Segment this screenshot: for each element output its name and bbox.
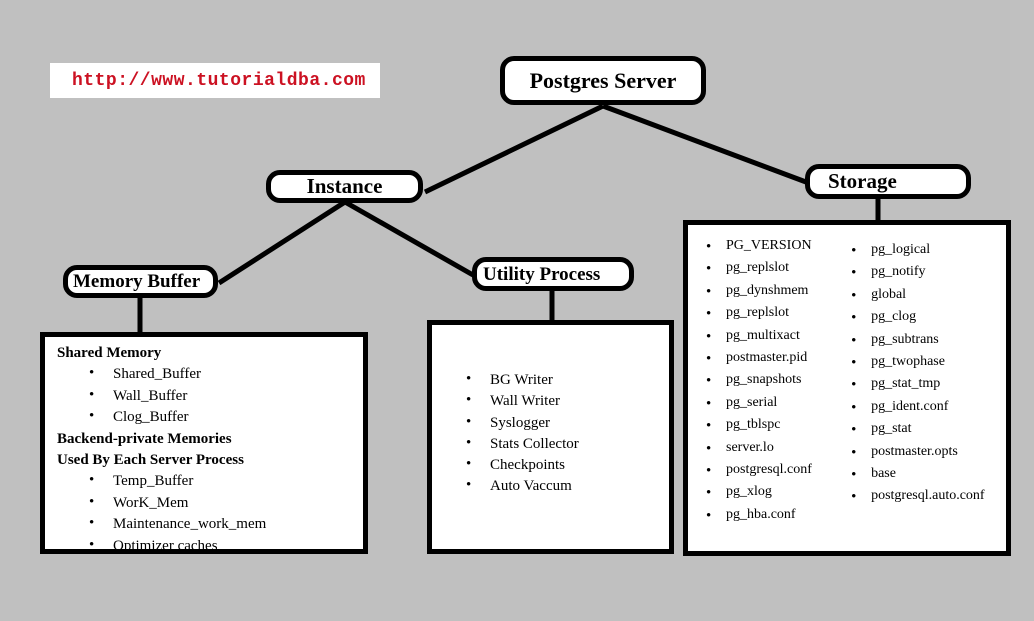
storage-left-list: PG_VERSIONpg_replslotpg_dynshmempg_repls… xyxy=(688,235,837,528)
list-item: pg_stat xyxy=(837,418,1006,442)
list-item: pg_xlog xyxy=(688,481,837,505)
diagram-canvas: http://www.tutorialdba.com Postgres Serv… xyxy=(0,0,1034,621)
memory-heading-backend: Backend-private Memories xyxy=(57,430,232,447)
storage-column-right: pg_logicalpg_notifyglobalpg_clogpg_subtr… xyxy=(837,225,1006,551)
node-postgres-server[interactable]: Postgres Server xyxy=(500,56,706,105)
line-server-to-instance xyxy=(423,103,605,195)
list-item: pg_twophase xyxy=(837,351,1006,375)
site-url-text: http://www.tutorialdba.com xyxy=(72,70,366,91)
node-utility-process-label: Utility Process xyxy=(483,263,601,285)
memory-heading-shared: Shared Memory xyxy=(57,345,162,361)
list-item: Optimizer caches xyxy=(53,534,363,557)
node-memory-buffer-label: Memory Buffer xyxy=(73,271,201,292)
list-item: PG_VERSION xyxy=(688,235,837,259)
list-item: Wall_Buffer xyxy=(53,385,363,407)
list-item: Auto Vaccum xyxy=(432,475,669,497)
line-instance-to-utility xyxy=(343,199,475,278)
list-item: pg_hba.conf xyxy=(688,504,837,528)
list-item: pg_serial xyxy=(688,392,837,416)
memory-heading-used-by: Used By Each Server Process xyxy=(57,451,244,468)
node-postgres-server-label: Postgres Server xyxy=(529,67,677,93)
node-instance-label: Instance xyxy=(306,174,383,198)
memory-backend-list: Temp_BufferWorK_MemMaintenance_work_memO… xyxy=(53,470,363,557)
list-item: pg_clog xyxy=(837,306,1006,330)
site-url-banner: http://www.tutorialdba.com xyxy=(50,63,380,98)
list-item: server.lo xyxy=(688,437,837,461)
memory-shared-list: Shared_BufferWall_BufferClog_Buffer xyxy=(53,363,363,428)
list-item: postmaster.opts xyxy=(837,441,1006,465)
list-item: pg_snapshots xyxy=(688,369,837,393)
list-item: BG Writer xyxy=(432,369,669,391)
list-item: pg_notify xyxy=(837,261,1006,285)
list-item: pg_ident.conf xyxy=(837,396,1006,420)
list-item: Clog_Buffer xyxy=(53,406,363,428)
panel-memory-buffer: Shared Memory Shared_BufferWall_BufferCl… xyxy=(40,332,368,557)
list-item: postgresql.conf xyxy=(688,459,837,483)
list-item: pg_replslot xyxy=(688,257,837,281)
panel-utility-process: BG WriterWall WriterSysloggerStats Colle… xyxy=(427,320,674,554)
list-item: Checkpoints xyxy=(432,454,669,476)
list-item: base xyxy=(837,463,1006,487)
list-item: postmaster.pid xyxy=(688,347,837,371)
utility-process-list: BG WriterWall WriterSysloggerStats Colle… xyxy=(432,369,669,498)
node-utility-process[interactable]: Utility Process xyxy=(472,257,634,291)
list-item: pg_subtrans xyxy=(837,329,1006,353)
list-item: Syslogger xyxy=(432,412,669,434)
list-item: pg_multixact xyxy=(688,325,837,349)
list-item: Stats Collector xyxy=(432,433,669,455)
panel-storage: PG_VERSIONpg_replslotpg_dynshmempg_repls… xyxy=(683,220,1011,556)
list-item: pg_tblspc xyxy=(688,414,837,438)
node-instance[interactable]: Instance xyxy=(266,170,423,203)
node-storage-label: Storage xyxy=(828,169,897,193)
list-item: Maintenance_work_mem xyxy=(53,513,363,535)
list-item: Wall Writer xyxy=(432,390,669,412)
list-item: WorK_Mem xyxy=(53,492,363,514)
list-item: pg_logical xyxy=(837,239,1006,263)
line-instance-to-memory xyxy=(217,199,347,286)
list-item: pg_replslot xyxy=(688,302,837,326)
line-server-to-storage xyxy=(602,103,807,185)
storage-column-left: PG_VERSIONpg_replslotpg_dynshmempg_repls… xyxy=(688,225,837,551)
storage-right-list: pg_logicalpg_notifyglobalpg_clogpg_subtr… xyxy=(837,239,1006,510)
list-item: postgresql.auto.conf xyxy=(837,485,1006,509)
list-item: Shared_Buffer xyxy=(53,363,363,385)
list-item: pg_dynshmem xyxy=(688,280,837,304)
list-item: pg_stat_tmp xyxy=(837,373,1006,397)
node-storage[interactable]: Storage xyxy=(805,164,971,199)
node-memory-buffer[interactable]: Memory Buffer xyxy=(63,265,218,298)
list-item: global xyxy=(837,284,1006,308)
list-item: Temp_Buffer xyxy=(53,470,363,492)
